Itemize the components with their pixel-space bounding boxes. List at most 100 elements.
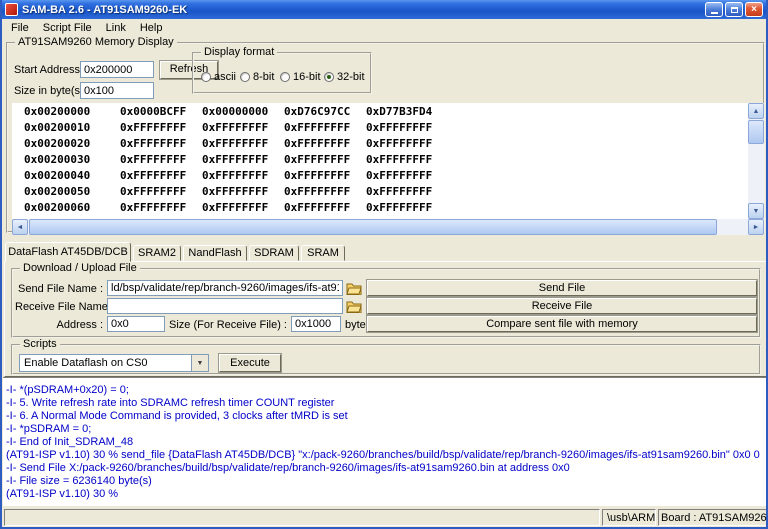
dataflash-tab-panel: Download / Upload File Send File Name : … bbox=[4, 261, 768, 377]
memory-value: 0xFFFFFFFF bbox=[202, 152, 268, 168]
receive-file-name-input[interactable] bbox=[107, 298, 343, 314]
radio-16bit-dot bbox=[280, 72, 290, 82]
memory-vertical-scrollbar[interactable]: ▲ ▼ bbox=[748, 103, 764, 219]
execute-button[interactable]: Execute bbox=[219, 354, 281, 372]
radio-32bit[interactable]: 32-bit bbox=[324, 71, 365, 83]
address-label: Address : bbox=[15, 319, 103, 331]
memory-value: 0xFFFFFFFF bbox=[366, 136, 432, 152]
memory-value: 0x0000BCFF bbox=[120, 104, 186, 120]
log-line: -I- File size = 6236140 byte(s) bbox=[6, 475, 766, 488]
memory-value: 0xFFFFFFFF bbox=[202, 184, 268, 200]
table-row: 0x00200060 0xFFFFFFFF 0xFFFFFFFF 0xFFFFF… bbox=[12, 200, 748, 216]
table-row: 0x00200040 0xFFFFFFFF 0xFFFFFFFF 0xFFFFF… bbox=[12, 168, 748, 184]
radio-32bit-dot bbox=[324, 72, 334, 82]
radio-8bit[interactable]: 8-bit bbox=[240, 71, 274, 83]
size-for-receive-label: Size (For Receive File) : bbox=[169, 319, 287, 331]
radio-ascii[interactable]: ascii bbox=[201, 71, 236, 83]
maximize-button[interactable] bbox=[725, 2, 743, 17]
memory-value: 0xFFFFFFFF bbox=[284, 120, 350, 136]
log-line: (AT91-ISP v1.10) 30 % bbox=[6, 488, 766, 501]
memory-address: 0x00200060 bbox=[24, 200, 90, 216]
memory-value: 0xFFFFFFFF bbox=[120, 136, 186, 152]
table-row: 0x00200050 0xFFFFFFFF 0xFFFFFFFF 0xFFFFF… bbox=[12, 184, 748, 200]
memory-value: 0xFFFFFFFF bbox=[120, 168, 186, 184]
tab-dataflash-at45db[interactable]: DataFlash AT45DB/DCB bbox=[5, 242, 131, 262]
samba-window: SAM-BA 2.6 - AT91SAM9260-EK × File Scrip… bbox=[0, 0, 768, 529]
menu-link[interactable]: Link bbox=[100, 20, 134, 36]
maximize-icon bbox=[731, 7, 738, 13]
memory-value: 0xFFFFFFFF bbox=[202, 120, 268, 136]
menu-script-file[interactable]: Script File bbox=[37, 20, 100, 36]
send-file-button[interactable]: Send File bbox=[367, 280, 757, 296]
memory-value: 0xFFFFFFFF bbox=[120, 200, 186, 216]
scroll-up-icon[interactable]: ▲ bbox=[748, 103, 764, 119]
horizontal-scroll-thumb[interactable] bbox=[29, 219, 717, 235]
download-upload-group: Download / Upload File Send File Name : … bbox=[11, 268, 761, 338]
log-line: -I- *pSDRAM = 0; bbox=[6, 423, 766, 436]
folder-open-icon bbox=[346, 282, 362, 295]
memory-value: 0xFFFFFFFF bbox=[284, 184, 350, 200]
memory-address: 0x00200040 bbox=[24, 168, 90, 184]
folder-open-icon bbox=[346, 300, 362, 313]
tab-sdram[interactable]: SDRAM bbox=[249, 245, 299, 261]
memory-address: 0x00200020 bbox=[24, 136, 90, 152]
size-for-receive-input[interactable] bbox=[291, 316, 341, 332]
memory-value: 0xFFFFFFFF bbox=[284, 168, 350, 184]
status-message-panel bbox=[4, 509, 600, 526]
radio-16bit[interactable]: 16-bit bbox=[280, 71, 321, 83]
receive-file-button[interactable]: Receive File bbox=[367, 298, 757, 314]
table-row: 0x00200030 0xFFFFFFFF 0xFFFFFFFF 0xFFFFF… bbox=[12, 152, 748, 168]
scroll-left-icon[interactable]: ◄ bbox=[12, 219, 28, 235]
close-button[interactable]: × bbox=[745, 2, 763, 17]
memory-horizontal-scrollbar[interactable]: ◄ ► bbox=[12, 219, 764, 235]
menu-file[interactable]: File bbox=[5, 20, 37, 36]
memory-value: 0xFFFFFFFF bbox=[202, 200, 268, 216]
minimize-button[interactable] bbox=[705, 2, 723, 17]
compare-file-memory-button[interactable]: Compare sent file with memory bbox=[367, 316, 757, 332]
tab-sram2[interactable]: SRAM2 bbox=[133, 245, 181, 261]
memory-display-group: AT91SAM9260 Memory Display Start Address… bbox=[6, 42, 765, 233]
app-icon bbox=[5, 3, 18, 16]
size-in-bytes-input[interactable] bbox=[80, 82, 154, 99]
log-line: -I- 5. Write refresh rate into SDRAMC re… bbox=[6, 397, 766, 410]
memory-value: 0xFFFFFFFF bbox=[366, 120, 432, 136]
browse-receive-file-button[interactable] bbox=[345, 298, 363, 314]
memory-value: 0x00000000 bbox=[202, 104, 268, 120]
chevron-down-icon[interactable]: ▼ bbox=[191, 355, 208, 371]
radio-8bit-dot bbox=[240, 72, 250, 82]
script-select[interactable]: Enable Dataflash on CS0 ▼ bbox=[19, 354, 209, 372]
log-line: -I- End of Init_SDRAM_48 bbox=[6, 436, 766, 449]
radio-ascii-dot bbox=[201, 72, 211, 82]
start-address-input[interactable] bbox=[80, 61, 154, 78]
tab-sram[interactable]: SRAM bbox=[301, 245, 345, 261]
memory-value: 0xFFFFFFFF bbox=[366, 168, 432, 184]
log-line: -I- *(pSDRAM+0x20) = 0; bbox=[6, 384, 766, 397]
memory-hex-table: 0x00200000 0x0000BCFF 0x00000000 0xD76C9… bbox=[12, 103, 748, 219]
scroll-down-icon[interactable]: ▼ bbox=[748, 203, 764, 219]
log-line: -I- 6. A Normal Mode Command is provided… bbox=[6, 410, 766, 423]
window-controls: × bbox=[705, 2, 763, 17]
address-input[interactable] bbox=[107, 316, 165, 332]
table-row: 0x00200000 0x0000BCFF 0x00000000 0xD76C9… bbox=[12, 104, 748, 120]
browse-send-file-button[interactable] bbox=[345, 280, 363, 296]
scripts-group: Scripts Enable Dataflash on CS0 ▼ Execut… bbox=[11, 344, 761, 375]
status-connection-panel: \usb\ARM0 bbox=[602, 509, 656, 526]
menu-help[interactable]: Help bbox=[134, 20, 171, 36]
memory-value: 0xFFFFFFFF bbox=[202, 136, 268, 152]
scroll-right-icon[interactable]: ► bbox=[748, 219, 764, 235]
radio-32bit-label: 32-bit bbox=[337, 71, 365, 83]
table-row: 0x00200010 0xFFFFFFFF 0xFFFFFFFF 0xFFFFF… bbox=[12, 120, 748, 136]
memory-value: 0xFFFFFFFF bbox=[202, 168, 268, 184]
vertical-scroll-thumb[interactable] bbox=[748, 120, 764, 144]
scripts-group-title: Scripts bbox=[20, 338, 60, 350]
send-file-name-input[interactable] bbox=[107, 280, 343, 296]
menu-bar: File Script File Link Help bbox=[2, 19, 766, 37]
log-console: -I- *(pSDRAM+0x20) = 0; -I- 5. Write ref… bbox=[3, 377, 768, 506]
size-in-bytes-label: Size in byte(s) : bbox=[14, 85, 90, 97]
memory-value: 0xFFFFFFFF bbox=[366, 184, 432, 200]
memory-address: 0x00200000 bbox=[24, 104, 90, 120]
table-row: 0x00200020 0xFFFFFFFF 0xFFFFFFFF 0xFFFFF… bbox=[12, 136, 748, 152]
tab-nandflash[interactable]: NandFlash bbox=[183, 245, 247, 261]
title-bar[interactable]: SAM-BA 2.6 - AT91SAM9260-EK × bbox=[2, 0, 766, 19]
close-icon: × bbox=[751, 5, 757, 15]
